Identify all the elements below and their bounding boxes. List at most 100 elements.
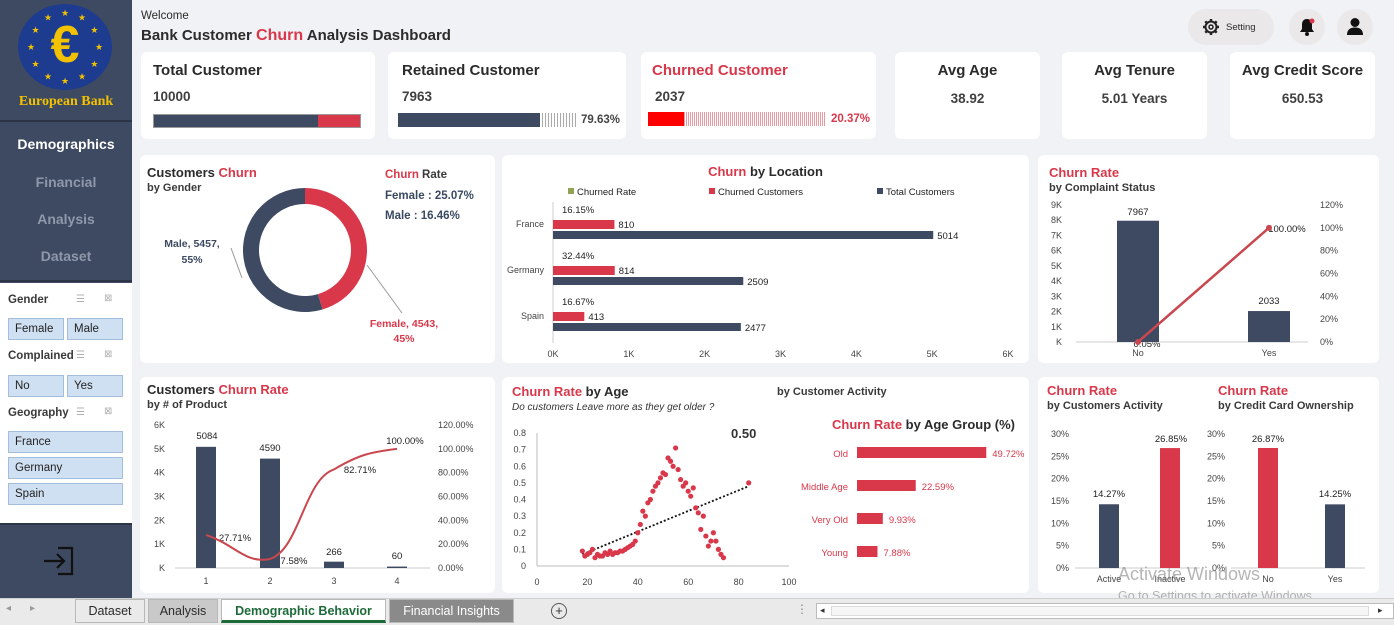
- setting-label: Setting: [1226, 22, 1256, 33]
- y-tick-label: 0.4: [513, 495, 526, 505]
- scatter-point: [685, 488, 691, 494]
- slicer-gender-male[interactable]: Male: [67, 318, 123, 340]
- category-label: Spain: [521, 311, 544, 321]
- age-group-bar: [857, 447, 987, 458]
- kpi-progress-track: [398, 113, 576, 127]
- data-label: 2509: [747, 277, 768, 288]
- y-tick-label: 3K: [154, 492, 165, 502]
- add-sheet-icon[interactable]: +: [551, 603, 567, 619]
- slicer-complained-yes[interactable]: Yes: [67, 375, 123, 397]
- category-label: Young: [821, 548, 848, 559]
- nav-dataset[interactable]: Dataset: [0, 248, 132, 264]
- bar-customers: [1117, 220, 1159, 342]
- multiselect-icon[interactable]: ☰: [76, 294, 88, 305]
- data-label: 26.85%: [1155, 434, 1188, 445]
- y-tick-label: 25%: [1051, 451, 1069, 461]
- tab-financial-insights[interactable]: Financial Insights: [389, 599, 514, 623]
- bar-total: [553, 231, 934, 239]
- y-tick-label: 1K: [154, 539, 165, 549]
- y-tick-label: 30%: [1051, 429, 1069, 439]
- slicer-geo-germany[interactable]: Germany: [8, 457, 123, 479]
- tab-scroll-left-icon[interactable]: ◂: [6, 603, 11, 614]
- scatter-point: [635, 530, 641, 536]
- data-label: 7.58%: [281, 556, 308, 567]
- slicer-complained-no[interactable]: No: [8, 375, 64, 397]
- activity-card-churn-card: Churn Rate by Customers Activity Churn R…: [1038, 377, 1379, 593]
- scatter-point: [642, 513, 648, 519]
- star-icon: ★: [61, 76, 69, 86]
- scatter-point: [703, 533, 709, 539]
- scatter-point: [640, 508, 646, 514]
- clear-filter-icon[interactable]: ⊠: [104, 293, 115, 304]
- multiselect-icon[interactable]: ☰: [76, 407, 88, 418]
- slicer-geo-spain[interactable]: Spain: [8, 483, 123, 505]
- y2-tick-label: 100.00%: [438, 444, 474, 454]
- scatter-point: [657, 475, 664, 481]
- bar-customers: [387, 566, 407, 568]
- y-tick-label: 2K: [154, 515, 165, 525]
- scatter-point: [650, 488, 656, 494]
- kpi-churned-customer: Churned Customer 2037 20.37%: [641, 52, 876, 139]
- multiselect-icon[interactable]: ☰: [76, 350, 88, 361]
- scatter-point: [662, 471, 669, 478]
- y-tick-label: 6K: [1051, 246, 1062, 256]
- product-combo-chart: 5084 4590 266 60 27.71% 7.58% 82.71% 100…: [154, 420, 474, 586]
- welcome-text: Welcome: [141, 10, 189, 22]
- data-label: 22.59%: [922, 482, 955, 493]
- y-tick-label: 7K: [1051, 230, 1062, 240]
- y2-tick-label: 60.00%: [438, 492, 469, 502]
- x-tick-label: 100: [781, 577, 796, 587]
- y-tick-label: K: [159, 563, 165, 573]
- legend-churned-rate: Churned Rate: [577, 187, 636, 198]
- clear-filter-icon[interactable]: ⊠: [104, 349, 115, 360]
- y-tick-label: 20%: [1051, 474, 1069, 484]
- data-label: 14.27%: [1093, 489, 1126, 500]
- donut-slice-female: [305, 188, 367, 310]
- nav-demographics[interactable]: Demographics: [0, 136, 132, 152]
- setting-button[interactable]: Setting: [1188, 9, 1274, 45]
- y-tick-label: 0.8: [513, 428, 526, 438]
- nav-analysis[interactable]: Analysis: [0, 211, 132, 227]
- notification-button[interactable]: [1289, 9, 1325, 45]
- slicer-geo-france[interactable]: France: [8, 431, 123, 453]
- y-tick-label: 8K: [1051, 215, 1062, 225]
- user-profile-button[interactable]: [1337, 9, 1373, 45]
- y-tick-label: 9K: [1051, 200, 1062, 210]
- scrollbar-thumb[interactable]: [831, 606, 1369, 616]
- horizontal-scrollbar[interactable]: ◂ ▸: [816, 603, 1394, 619]
- y-tick-label: 0.3: [513, 511, 526, 521]
- y-tick-label: 10%: [1051, 518, 1069, 528]
- scroll-left-icon[interactable]: ◂: [820, 605, 825, 616]
- scatter-point: [708, 538, 714, 544]
- star-icon: ★: [32, 59, 40, 69]
- kpi-total-customer: Total Customer 10000: [141, 52, 375, 139]
- scroll-right-icon[interactable]: ▸: [1378, 605, 1383, 616]
- more-options-icon[interactable]: ⋮: [796, 602, 808, 616]
- scatter-point: [683, 480, 689, 486]
- nav-financial[interactable]: Financial: [0, 174, 132, 190]
- tab-scroll-right-icon[interactable]: ▸: [30, 603, 35, 614]
- tab-analysis[interactable]: Analysis: [148, 599, 218, 623]
- kpi-percent: 79.63%: [581, 114, 621, 126]
- kpi-value: 38.92: [950, 91, 985, 106]
- trendline: [582, 485, 750, 556]
- age-charts: 0.8 0.7 0.6 0.5 0.4 0.3 0.2 0.1 00 20 40 60 80 100 Old…: [513, 428, 1025, 587]
- activity-card-bar-charts: 14.27% 26.85% 26.87% 14.25% 30% 25% 20% 15%…: [1051, 429, 1365, 584]
- kpi-title: Avg Credit Score: [1241, 62, 1364, 79]
- age-churn-card: Churn Rate by Age Do customers Leave mor…: [502, 377, 1029, 593]
- star-icon: ★: [32, 25, 40, 35]
- data-label: 814: [619, 266, 635, 277]
- clear-filter-icon[interactable]: ⊠: [104, 406, 115, 417]
- activation-watermark: Activate Windows: [1118, 564, 1261, 584]
- logout-icon[interactable]: [40, 545, 80, 577]
- y2-tick-label: 60%: [1320, 269, 1338, 279]
- bar: [1258, 447, 1278, 568]
- tab-demographic-behavior[interactable]: Demographic Behavior: [221, 599, 386, 623]
- scatter-point: [637, 521, 643, 528]
- slicer-gender-female[interactable]: Female: [8, 318, 64, 340]
- y2-tick-label: 20%: [1320, 314, 1338, 324]
- scatter-point: [695, 510, 701, 516]
- y2-tick-label: 80%: [1320, 246, 1338, 256]
- svg-text:€: €: [51, 16, 80, 74]
- tab-dataset[interactable]: Dataset: [75, 599, 145, 623]
